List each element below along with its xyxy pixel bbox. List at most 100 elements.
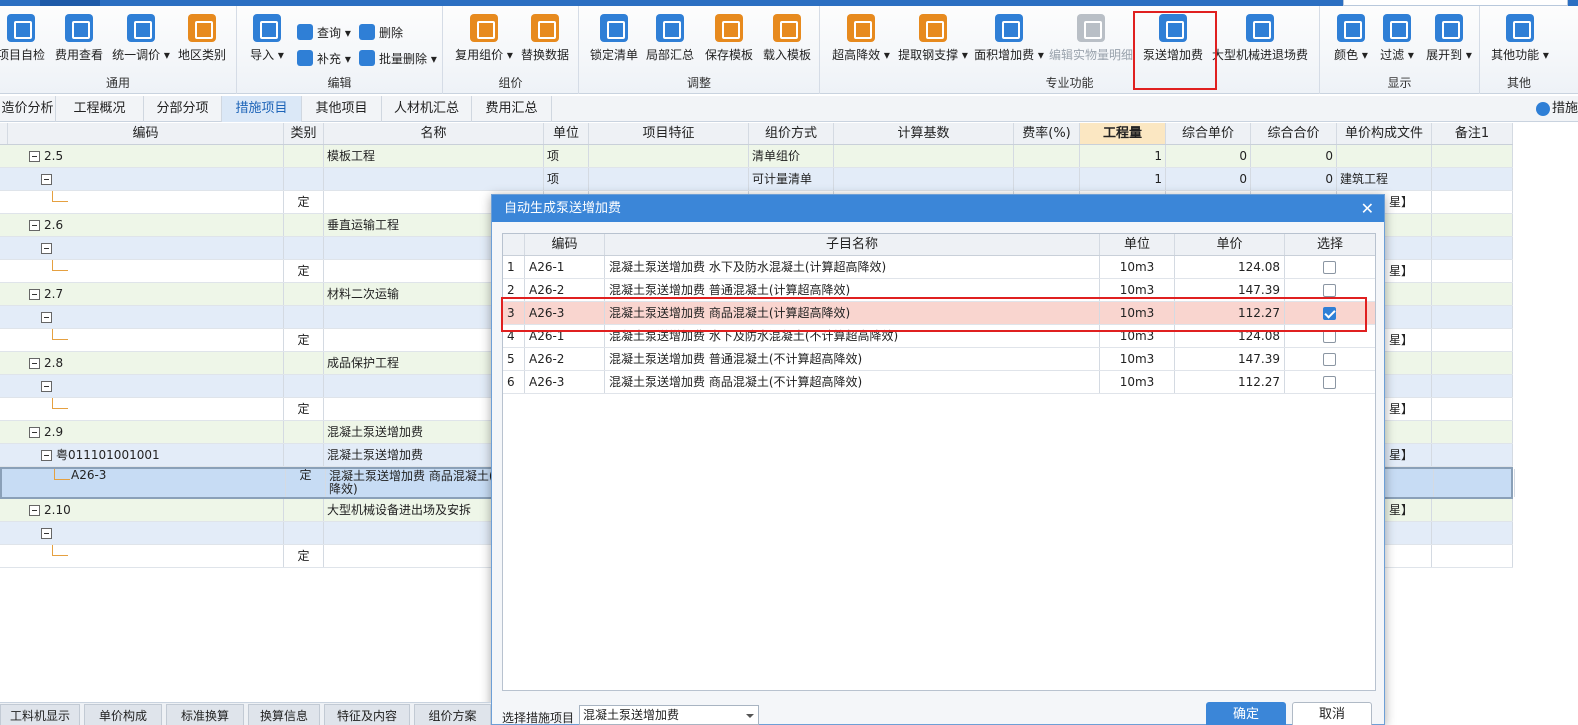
delete-button[interactable]: 删除: [359, 24, 403, 41]
table-row[interactable]: 项可计量清单 1 0 0 建筑工程: [0, 168, 1513, 191]
load-template-button[interactable]: 载入模板: [761, 14, 813, 63]
machinery-fee-button[interactable]: 大型机械进退场费: [1212, 14, 1308, 63]
pump-fee-highlight: [1133, 11, 1217, 90]
cell-type: [284, 145, 324, 167]
cell-price-file: [1337, 145, 1432, 167]
summary-icon: [656, 14, 684, 42]
fee-view-button[interactable]: 费用查看: [54, 14, 104, 63]
cell-type: 定: [284, 398, 324, 420]
collapse-icon[interactable]: [29, 289, 40, 300]
supplement-icon: [297, 50, 313, 66]
cell-remark: [1432, 444, 1513, 466]
group-label-general: 通用: [105, 76, 130, 90]
col-type[interactable]: 类别: [284, 123, 324, 144]
ok-button[interactable]: 确定: [1206, 702, 1286, 725]
cell-remark: [1432, 214, 1513, 236]
collapse-icon[interactable]: [29, 427, 40, 438]
collapse-icon[interactable]: [41, 243, 52, 254]
close-icon[interactable]: ✕: [1361, 195, 1374, 222]
col-remark[interactable]: 备注1: [1432, 123, 1513, 144]
tab-sub-items[interactable]: 分部分项: [144, 96, 222, 122]
lock-list-button[interactable]: 锁定清单: [589, 14, 639, 63]
col-method[interactable]: 组价方式: [749, 123, 834, 144]
row-unit: 10m3: [1100, 371, 1175, 393]
row-name: 混凝土泵送增加费 水下及防水混凝土(计算超高降效): [605, 256, 1100, 278]
tab-project-overview[interactable]: 工程概况: [56, 96, 144, 122]
high-rise-button[interactable]: 超高降效 ▾: [832, 14, 890, 63]
col-unit-price[interactable]: 综合单价: [1166, 123, 1251, 144]
edit-quantity-button[interactable]: 编辑实物量明细: [1049, 14, 1133, 63]
collapse-icon[interactable]: [29, 220, 40, 231]
batch-delete-button[interactable]: 批量删除 ▾: [359, 50, 437, 67]
tab-cost-analysis[interactable]: 造价分析: [0, 96, 56, 122]
color-button[interactable]: 颜色 ▾: [1332, 14, 1370, 63]
row-select-cell: [1285, 256, 1375, 278]
load-template-icon: [773, 14, 801, 42]
project-check-button[interactable]: 项目自检: [0, 14, 46, 63]
measure-select[interactable]: 混凝土泵送增加费: [579, 705, 759, 725]
tree-branch: [52, 398, 68, 409]
collapse-icon[interactable]: [41, 450, 52, 461]
btab-material-display[interactable]: 工料机显示: [0, 704, 80, 725]
cell-name: [324, 168, 544, 190]
collapse-icon[interactable]: [29, 505, 40, 516]
tab-measures[interactable]: 措施项目: [222, 96, 302, 122]
table-row[interactable]: 2.5 模板工程项清单组价 1 0 0: [0, 145, 1513, 168]
expand-to-button[interactable]: 展开到 ▾: [1424, 14, 1474, 63]
cell-remark: [1432, 145, 1513, 167]
col-name[interactable]: 名称: [324, 123, 544, 144]
supplement-button[interactable]: 补充 ▾: [297, 50, 351, 67]
btab-conversion-info[interactable]: 换算信息: [248, 704, 320, 725]
cell-type: [284, 421, 324, 443]
region-type-button[interactable]: 地区类别: [177, 14, 227, 63]
row-unit: 10m3: [1100, 348, 1175, 370]
btab-features[interactable]: 特征及内容: [324, 704, 410, 725]
area-fee-button[interactable]: 面积增加费 ▾: [973, 14, 1045, 63]
col-price-file[interactable]: 单价构成文件: [1337, 123, 1432, 144]
filter-button[interactable]: 过滤 ▾: [1378, 14, 1416, 63]
dialog-row[interactable]: 5 A26-2 混凝土泵送增加费 普通混凝土(不计算超高降效) 10m3 147.39: [503, 348, 1375, 371]
unified-price-button[interactable]: 统一调价 ▾: [112, 14, 170, 63]
price-file-fragment: 星】: [1389, 333, 1414, 347]
col-unit[interactable]: 单位: [544, 123, 589, 144]
btab-price-composition[interactable]: 单价构成: [84, 704, 162, 725]
col-features[interactable]: 项目特征: [589, 123, 749, 144]
cancel-button[interactable]: 取消: [1292, 702, 1372, 725]
collapse-icon[interactable]: [41, 312, 52, 323]
col-rate[interactable]: 费率(%): [1014, 123, 1080, 144]
dialog-row[interactable]: 1 A26-1 混凝土泵送增加费 水下及防水混凝土(计算超高降效) 10m3 124.0…: [503, 256, 1375, 279]
col-quantity[interactable]: 工程量: [1080, 123, 1166, 144]
select-checkbox[interactable]: [1323, 376, 1336, 389]
import-button[interactable]: 导入 ▾: [249, 14, 285, 63]
tab-labor-material[interactable]: 人材机汇总: [382, 96, 472, 122]
tab-other-items[interactable]: 其他项目: [302, 96, 382, 122]
save-template-button[interactable]: 保存模板: [703, 14, 755, 63]
btab-standard-conversion[interactable]: 标准换算: [166, 704, 244, 725]
partial-summary-button[interactable]: 局部汇总: [645, 14, 695, 63]
replace-data-button[interactable]: 替换数据: [519, 14, 571, 63]
select-checkbox[interactable]: [1323, 284, 1336, 297]
measures-panel-toggle[interactable]: 措施: [1534, 96, 1578, 122]
cell-remark: [1432, 499, 1513, 521]
select-checkbox[interactable]: [1323, 261, 1336, 274]
other-functions-button[interactable]: 其他功能 ▾: [1488, 14, 1552, 63]
tree-branch: [52, 329, 68, 340]
query-button[interactable]: 查询 ▾: [297, 24, 351, 41]
col-code[interactable]: 编码: [8, 123, 284, 144]
tab-fee-summary[interactable]: 费用汇总: [472, 96, 552, 122]
collapse-icon[interactable]: [29, 151, 40, 162]
reuse-pricing-button[interactable]: 复用组价 ▾: [455, 14, 513, 63]
collapse-icon[interactable]: [41, 174, 52, 185]
dialog-row[interactable]: 6 A26-3 混凝土泵送增加费 商品混凝土(不计算超高降效) 10m3 112.27: [503, 371, 1375, 394]
collapse-icon[interactable]: [41, 381, 52, 392]
col-total[interactable]: 综合合价: [1251, 123, 1337, 144]
btab-pricing-plan[interactable]: 组价方案: [414, 704, 491, 725]
steel-support-button[interactable]: 提取钢支撑 ▾: [897, 14, 969, 63]
code-text: 粤011101001001: [56, 448, 160, 462]
collapse-icon[interactable]: [29, 358, 40, 369]
col-base[interactable]: 计算基数: [834, 123, 1014, 144]
select-checkbox[interactable]: [1323, 353, 1336, 366]
expand-icon: [1435, 14, 1463, 42]
cell-unit: 项: [544, 145, 589, 167]
collapse-icon[interactable]: [41, 528, 52, 539]
